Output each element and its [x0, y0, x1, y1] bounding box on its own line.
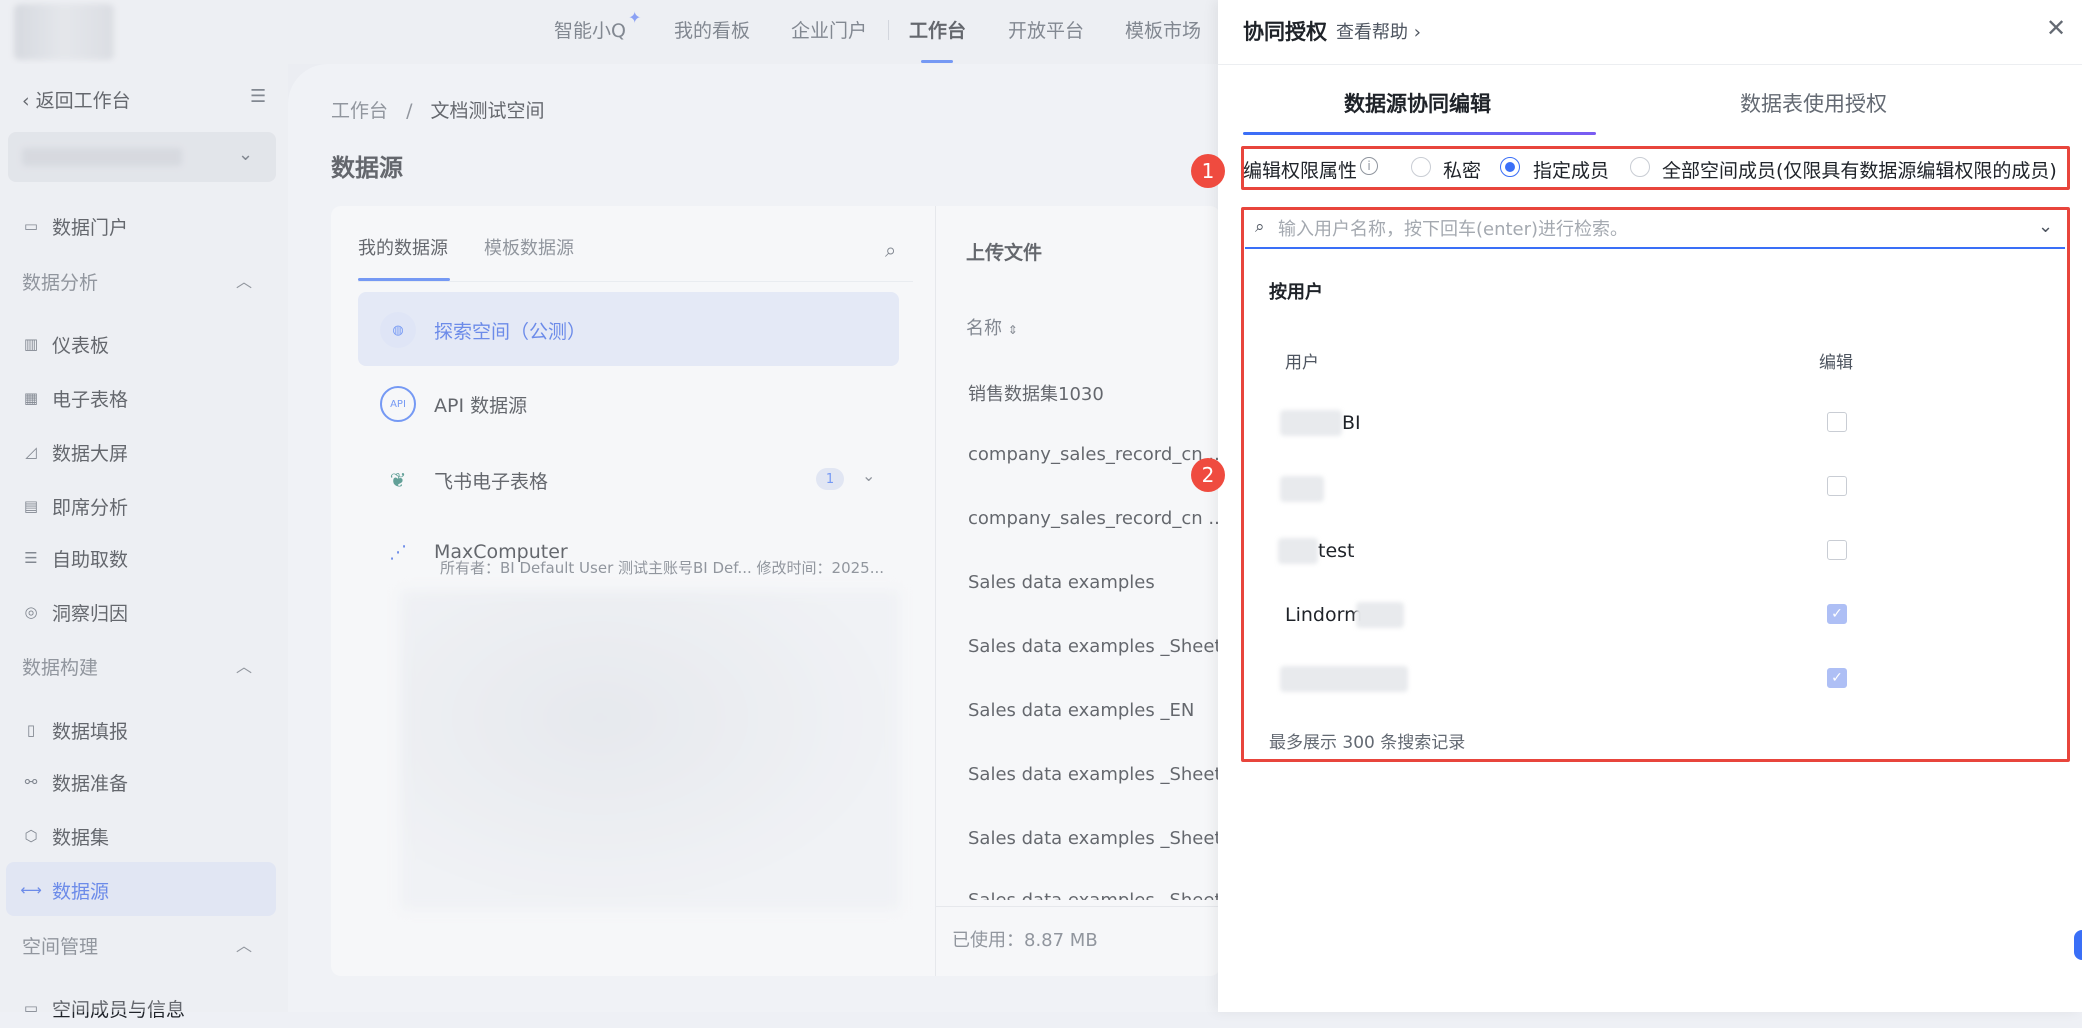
floating-assistant-button[interactable]	[2074, 930, 2082, 960]
user-search-input[interactable]	[1278, 214, 2018, 244]
radio-private-label[interactable]: 私密	[1443, 156, 1481, 183]
edit-checkbox-checked[interactable]: ✓	[1827, 668, 1847, 688]
tab-active-indicator	[1243, 132, 1596, 135]
edit-checkbox-checked[interactable]: ✓	[1827, 604, 1847, 624]
user-name: Lindorm	[1285, 604, 1363, 626]
drawer-title: 协同授权	[1243, 20, 1327, 44]
chevron-down-icon[interactable]: ⌄	[2038, 216, 2053, 237]
radio-all-members[interactable]	[1630, 157, 1650, 177]
user-name: test	[1318, 540, 1355, 562]
edit-column-header: 编辑	[1819, 353, 1853, 373]
edit-permission-label: 编辑权限属性	[1243, 160, 1358, 182]
user-name-redacted	[1356, 602, 1404, 628]
drawer-header-divider	[1218, 64, 2082, 65]
user-name: BI	[1342, 412, 1361, 434]
annotation-marker-2: 2	[1191, 458, 1225, 492]
radio-specified-label[interactable]: 指定成员	[1533, 156, 1609, 183]
user-column-header: 用户	[1285, 353, 1319, 373]
modal-overlay[interactable]	[0, 0, 1220, 1012]
info-icon[interactable]: i	[1360, 157, 1378, 175]
tab-collab-edit[interactable]: 数据源协同编辑	[1344, 88, 1491, 118]
radio-specified-members[interactable]	[1500, 157, 1520, 177]
edit-checkbox[interactable]	[1827, 476, 1847, 496]
edit-checkbox[interactable]	[1827, 412, 1847, 432]
search-icon: ⌕	[1255, 217, 1265, 237]
help-label: 查看帮助	[1336, 22, 1408, 43]
chevron-right-icon: ›	[1413, 22, 1421, 43]
radio-private[interactable]	[1411, 157, 1431, 177]
group-by-user-title: 按用户	[1269, 282, 1323, 303]
radio-all-label[interactable]: 全部空间成员(仅限具有数据源编辑权限的成员)	[1662, 156, 2057, 183]
user-name-redacted	[1280, 476, 1324, 502]
close-icon[interactable]: ✕	[2046, 14, 2066, 42]
annotation-marker-1: 1	[1191, 154, 1225, 188]
tab-table-usage[interactable]: 数据表使用授权	[1740, 88, 1887, 118]
user-name-redacted	[1280, 666, 1408, 692]
user-name-redacted	[1278, 538, 1318, 564]
help-link[interactable]: 查看帮助 ›	[1336, 18, 1421, 44]
edit-checkbox[interactable]	[1827, 540, 1847, 560]
search-limit-note: 最多展示 300 条搜索记录	[1269, 733, 1466, 753]
user-name-redacted	[1280, 410, 1342, 436]
